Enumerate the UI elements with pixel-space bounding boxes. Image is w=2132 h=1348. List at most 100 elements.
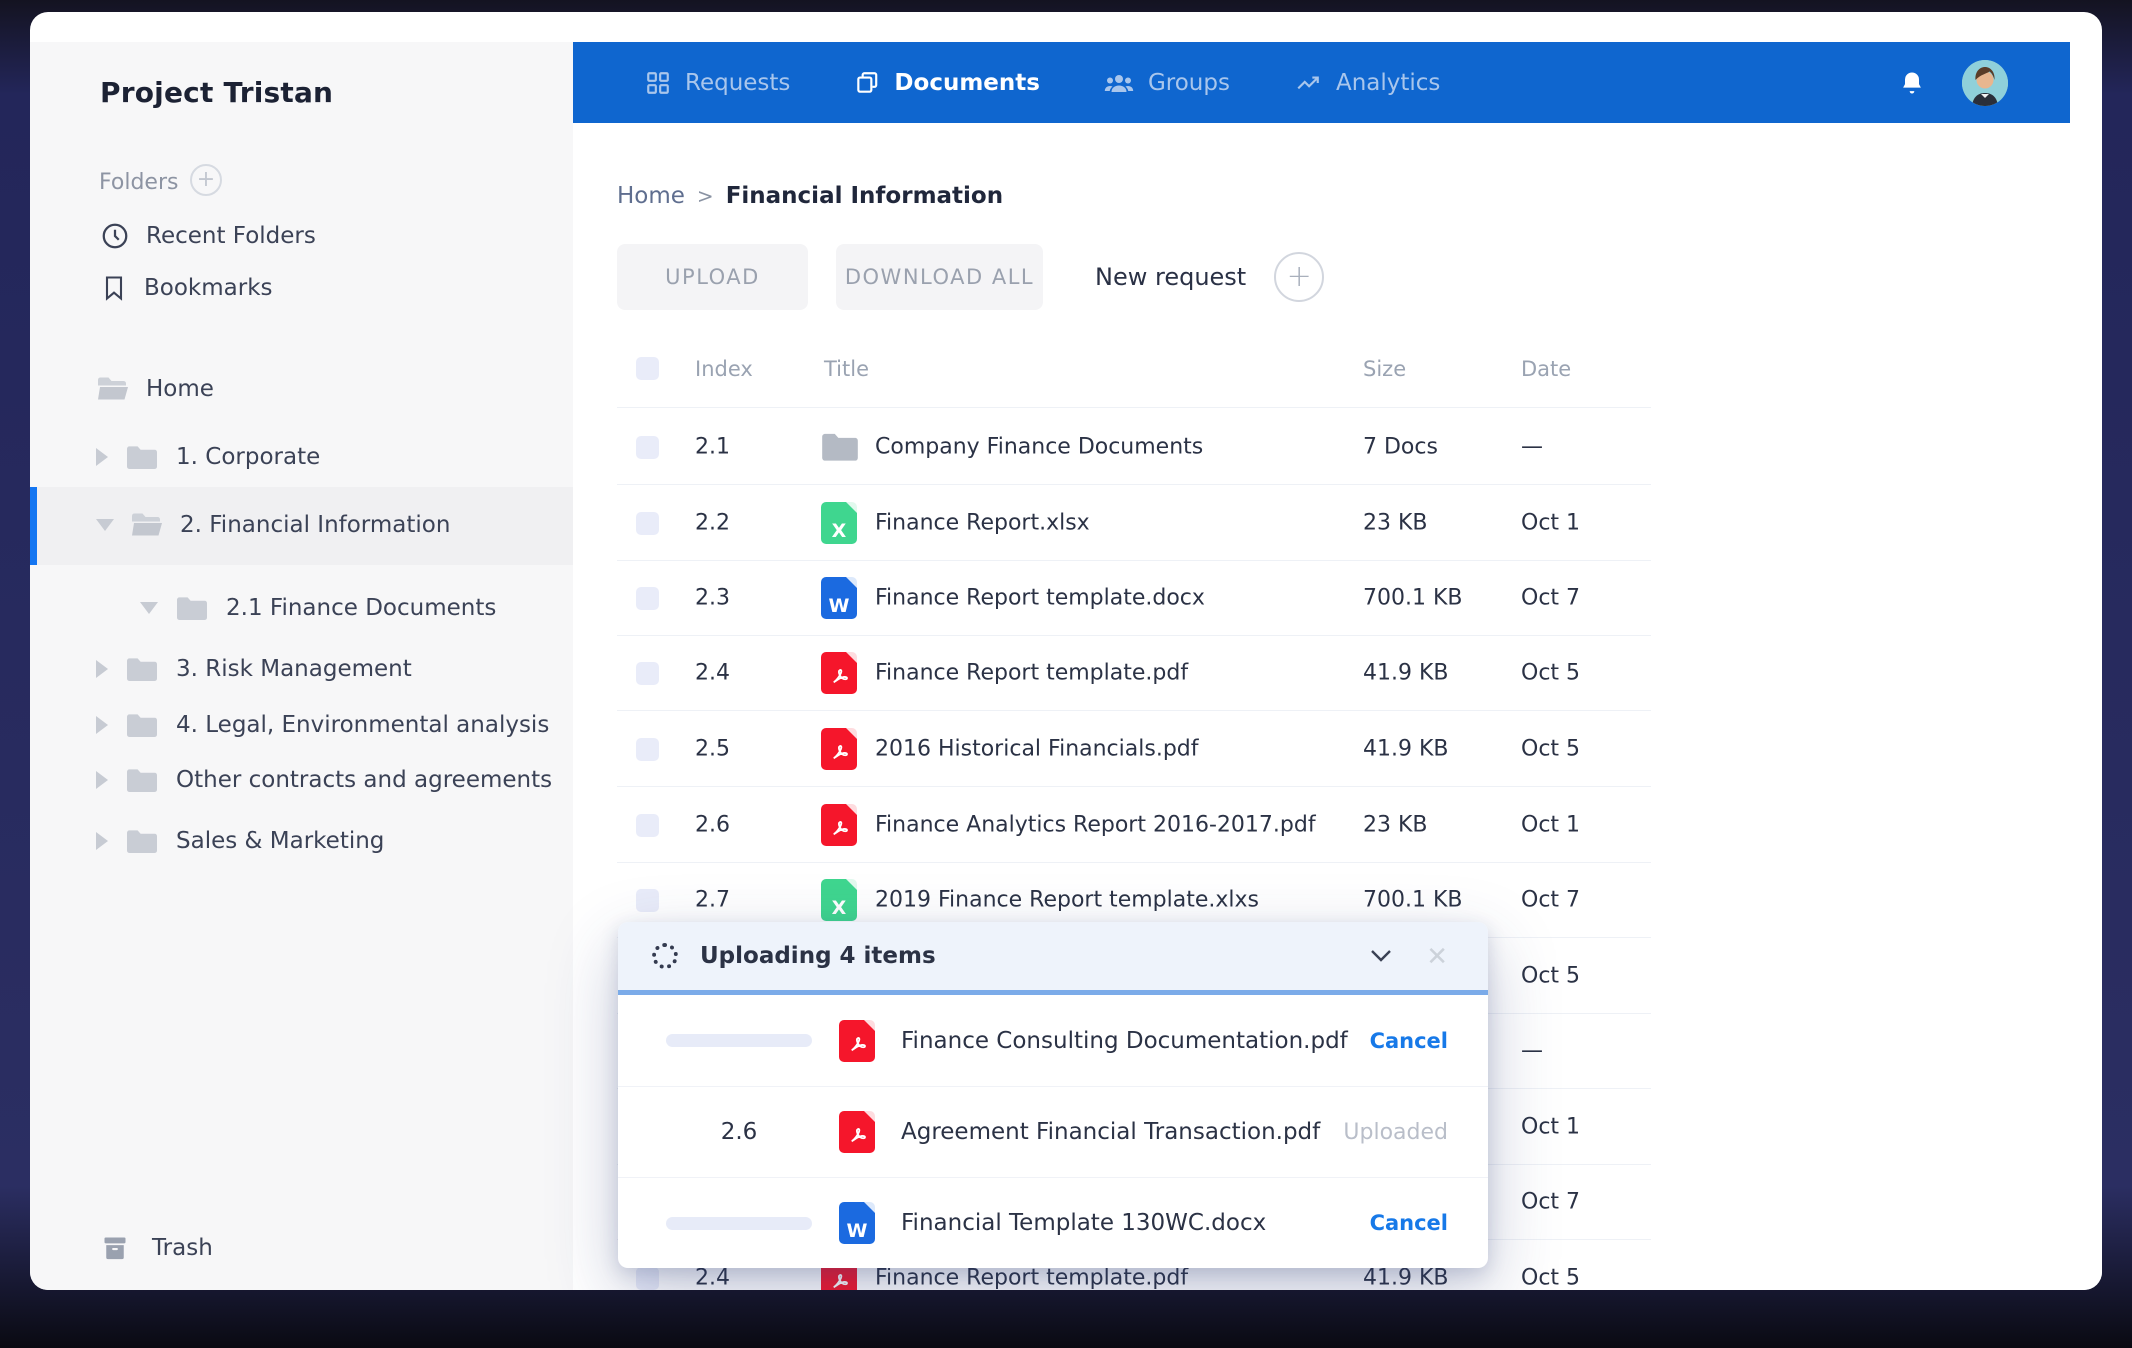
clock-icon (100, 221, 130, 251)
nav-tabs: Requests Documents Groups Analytics (573, 70, 1440, 96)
folders-section-label: Folders (99, 170, 178, 195)
row-title[interactable]: Company Finance Documents (875, 435, 1203, 460)
chevron-right-icon[interactable] (96, 832, 108, 850)
folder-icon (126, 713, 158, 738)
upload-item: Finance Consulting Documentation.pdf Can… (618, 995, 1488, 1086)
tab-analytics[interactable]: Analytics (1294, 70, 1440, 96)
table-row[interactable]: 2.2 X Finance Report.xlsx 23 KB Oct 1 (573, 485, 1651, 561)
tab-requests[interactable]: Requests (645, 70, 790, 96)
sidebar-item-bookmarks[interactable]: Bookmarks (100, 267, 273, 309)
tab-documents[interactable]: Documents (854, 70, 1040, 96)
row-date: Oct 5 (1521, 964, 1580, 989)
folder-icon (126, 768, 158, 793)
column-header-index: Index (695, 357, 753, 381)
add-folder-button[interactable]: + (190, 164, 222, 196)
row-size: 23 KB (1363, 813, 1428, 838)
row-title[interactable]: Finance Report template.pdf (875, 661, 1188, 686)
item-progress-track (666, 1034, 812, 1047)
table-row[interactable]: 2.4 Finance Report template.pdf 41.9 KB … (573, 635, 1651, 711)
sidebar-item-other-contracts[interactable]: Other contracts and agreements (96, 758, 552, 802)
row-title[interactable]: Finance Report template.docx (875, 586, 1205, 611)
row-title[interactable]: Finance Analytics Report 2016-2017.pdf (875, 813, 1316, 838)
row-checkbox[interactable] (636, 662, 659, 685)
new-request[interactable]: New request + (1095, 244, 1324, 310)
excel-file-icon: X (821, 502, 857, 544)
bell-icon[interactable] (1898, 68, 1926, 98)
row-date: Oct 1 (1521, 1115, 1580, 1140)
tab-label: Documents (894, 70, 1040, 96)
upload-item: W Financial Template 130WC.docx Cancel (618, 1177, 1488, 1268)
upload-button[interactable]: UPLOAD (617, 244, 808, 310)
row-checkbox[interactable] (636, 889, 659, 912)
sidebar-item-label: Trash (152, 1235, 213, 1261)
cancel-upload-link[interactable]: Cancel (1370, 1029, 1448, 1053)
row-title[interactable]: 2019 Finance Report template.xlxs (875, 888, 1259, 913)
pdf-file-icon (839, 1020, 875, 1062)
desktop-background: Project Tristan Folders + Recent Folders… (0, 0, 2132, 1348)
table-row[interactable]: 2.3 W Finance Report template.docx 700.1… (573, 560, 1651, 636)
folder-open-icon (96, 376, 130, 402)
row-checkbox[interactable] (636, 1267, 659, 1290)
chevron-right-icon[interactable] (96, 660, 108, 678)
sidebar-item-risk-management[interactable]: 3. Risk Management (96, 647, 412, 691)
row-checkbox[interactable] (636, 512, 659, 535)
grid-icon (645, 70, 671, 96)
row-checkbox[interactable] (636, 814, 659, 837)
pdf-file-icon (821, 804, 857, 846)
sidebar-item-home[interactable]: Home (96, 367, 214, 411)
cancel-upload-link[interactable]: Cancel (1370, 1211, 1448, 1235)
chevron-down-icon[interactable] (96, 519, 114, 531)
sidebar-item-trash[interactable]: Trash (100, 1227, 213, 1269)
download-all-button[interactable]: DOWNLOAD ALL (836, 244, 1043, 310)
row-index: 2.2 (695, 511, 730, 536)
row-date: — (1521, 435, 1543, 460)
table-row[interactable]: 2.6 Finance Analytics Report 2016-2017.p… (573, 787, 1651, 863)
upload-status: Uploaded (1343, 1120, 1448, 1145)
row-size: 7 Docs (1363, 435, 1438, 460)
row-title[interactable]: 2016 Historical Financials.pdf (875, 737, 1199, 762)
plus-circle-icon[interactable]: + (1274, 252, 1324, 302)
sidebar-item-label: 1. Corporate (176, 444, 320, 470)
folder-icon (126, 445, 158, 470)
breadcrumb: Home > Financial Information (617, 183, 1003, 209)
row-checkbox[interactable] (636, 436, 659, 459)
select-all-checkbox[interactable] (636, 357, 659, 380)
upload-file-name: Agreement Financial Transaction.pdf (901, 1119, 1320, 1145)
main-content: Home > Financial Information UPLOAD DOWN… (573, 123, 2102, 1290)
row-title[interactable]: Finance Report template.pdf (875, 1266, 1188, 1291)
avatar[interactable] (1962, 60, 2008, 106)
chevron-down-icon[interactable] (140, 602, 158, 614)
sidebar-item-financial-information[interactable]: 2. Financial Information (96, 503, 450, 547)
collapse-chevron-icon[interactable] (1370, 948, 1392, 964)
row-date: Oct 7 (1521, 1190, 1580, 1215)
sidebar-item-recent-folders[interactable]: Recent Folders (100, 215, 316, 257)
breadcrumb-home-link[interactable]: Home (617, 183, 685, 209)
sidebar-item-sales-marketing[interactable]: Sales & Marketing (96, 819, 384, 863)
folder-icon (126, 657, 158, 682)
close-icon[interactable]: ✕ (1426, 942, 1448, 972)
row-index: 2.7 (695, 888, 730, 913)
row-checkbox[interactable] (636, 587, 659, 610)
chevron-right-icon[interactable] (96, 771, 108, 789)
row-checkbox[interactable] (636, 738, 659, 761)
sidebar-item-legal-environmental[interactable]: 4. Legal, Environmental analysis (96, 703, 549, 747)
spinner-icon (652, 943, 678, 969)
row-title[interactable]: Finance Report.xlsx (875, 511, 1090, 536)
folder-open-icon (130, 512, 164, 538)
chevron-right-icon[interactable] (96, 716, 108, 734)
row-index: 2.5 (695, 737, 730, 762)
bookmark-icon (100, 273, 128, 303)
documents-icon (854, 70, 880, 96)
row-date: Oct 1 (1521, 511, 1580, 536)
tab-groups[interactable]: Groups (1104, 70, 1230, 96)
sidebar-item-corporate[interactable]: 1. Corporate (96, 435, 320, 479)
row-date: Oct 1 (1521, 813, 1580, 838)
table-row[interactable]: 2.1 Company Finance Documents 7 Docs — (573, 409, 1651, 485)
table-row[interactable]: 2.5 2016 Historical Financials.pdf 41.9 … (573, 711, 1651, 787)
sidebar-item-finance-documents[interactable]: 2.1 Finance Documents (140, 586, 496, 630)
sidebar-item-label: 4. Legal, Environmental analysis (176, 712, 549, 738)
pdf-file-icon (821, 652, 857, 694)
column-header-title: Title (824, 357, 869, 381)
column-header-size: Size (1363, 357, 1406, 381)
chevron-right-icon[interactable] (96, 448, 108, 466)
